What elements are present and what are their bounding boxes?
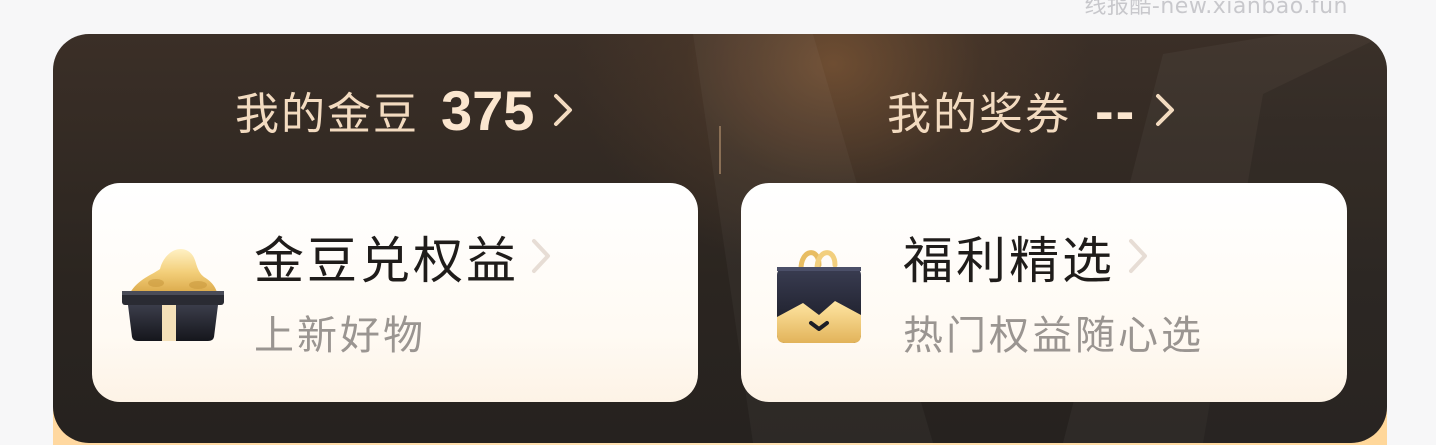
- my-coupons-value: --: [1095, 78, 1137, 142]
- gold-bean-box-icon: [122, 249, 224, 341]
- chevron-right-icon: [1156, 94, 1175, 126]
- my-beans-value: 375: [441, 78, 535, 142]
- card-subtitle: 上新好物: [254, 313, 426, 359]
- chevron-right-icon: [554, 94, 573, 126]
- stats-row: 我的金豆 375 我的奖券 --: [53, 74, 1387, 174]
- redeem-benefits-card[interactable]: 金豆兑权益 上新好物: [92, 183, 698, 402]
- shopping-bag-icon: [777, 250, 861, 343]
- card-title: 金豆兑权益: [254, 232, 519, 290]
- my-beans-link[interactable]: 我的金豆 375: [235, 74, 574, 146]
- chevron-right-icon: [1129, 239, 1147, 273]
- card-title: 福利精选: [903, 232, 1115, 290]
- my-coupons-link[interactable]: 我的奖券 --: [887, 74, 1176, 146]
- featured-benefits-card[interactable]: 福利精选 热门权益随心选: [741, 183, 1347, 402]
- chevron-right-icon: [532, 239, 550, 273]
- stats-divider: [719, 126, 721, 174]
- my-beans-label: 我的金豆: [235, 89, 419, 140]
- watermark-text: 线报酷-new.xianbao.fun: [1084, 0, 1348, 19]
- card-subtitle: 热门权益随心选: [903, 313, 1204, 359]
- my-coupons-label: 我的奖券: [887, 89, 1071, 140]
- rewards-panel: 我的金豆 375 我的奖券 -- 金豆兑权益 上新好物 福利精选 热门权益随心选: [53, 34, 1387, 443]
